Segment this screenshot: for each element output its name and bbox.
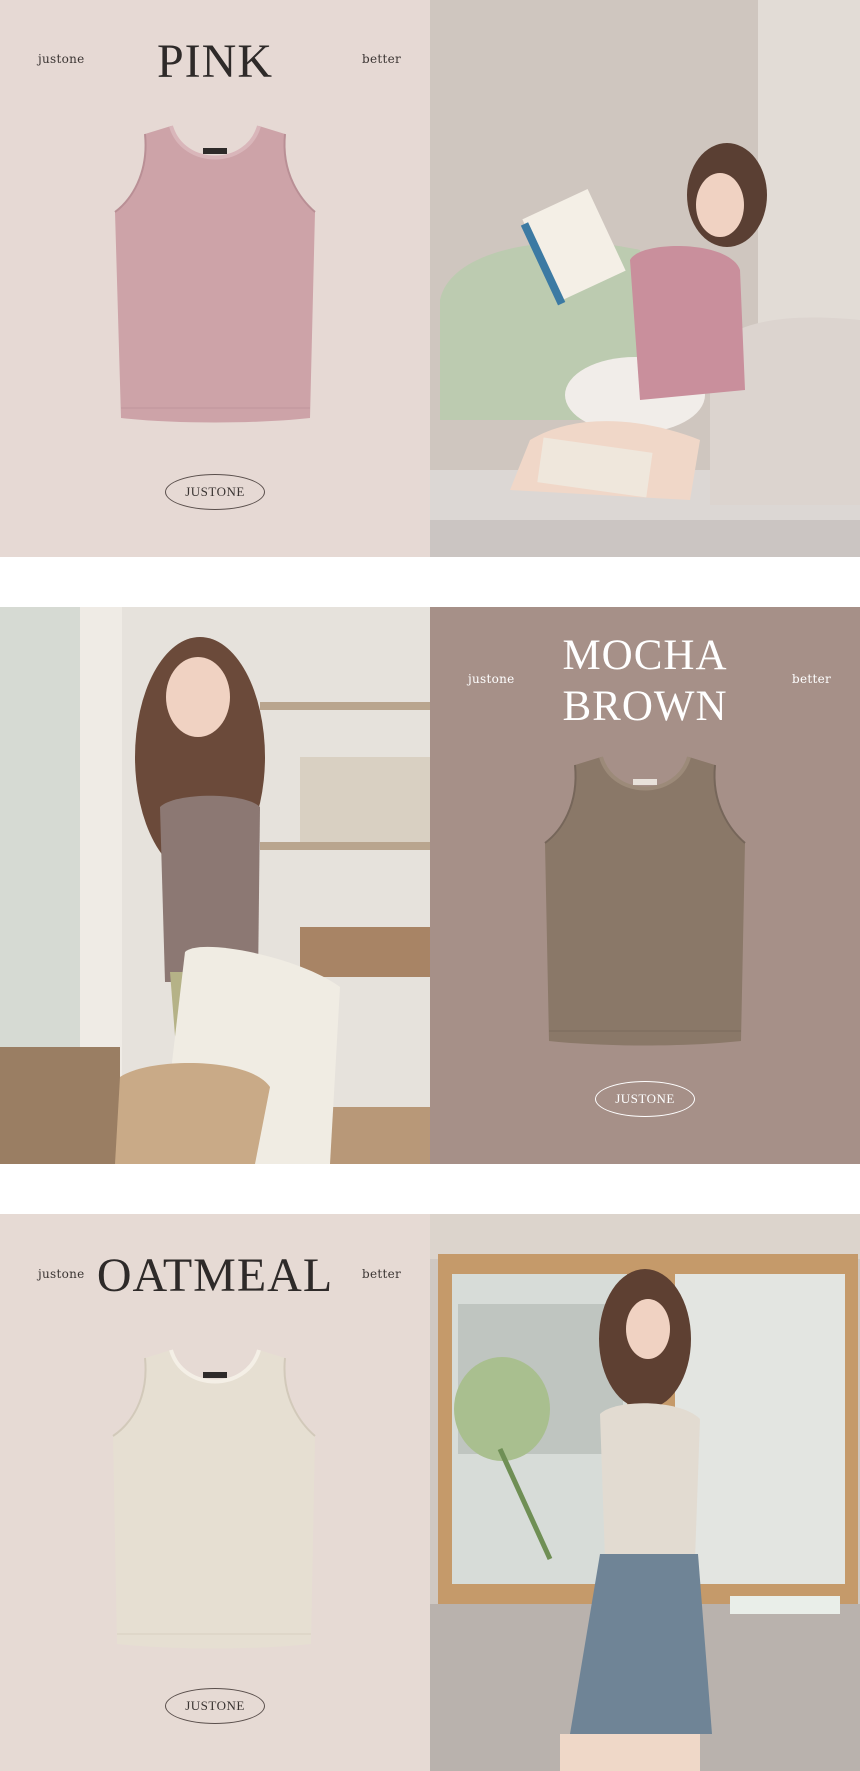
justone-logo-badge: JUSTONE [165, 1688, 265, 1724]
mocha-brown-section: justone MOCHA BROWN better JUSTONE [0, 607, 860, 1164]
tagline-label: better [792, 672, 832, 686]
justone-logo-badge: JUSTONE [595, 1081, 695, 1117]
tagline-label: better [362, 52, 402, 66]
mocha-brown-product-panel: justone MOCHA BROWN better JUSTONE [430, 607, 860, 1164]
pink-tank-top-image [114, 125, 316, 423]
justone-logo-badge: JUSTONE [165, 474, 265, 510]
tagline-label: better [362, 1267, 402, 1281]
oatmeal-section: justone OATMEAL better JUSTONE [0, 1214, 860, 1771]
oatmeal-tank-top-image [112, 1349, 316, 1649]
pink-product-panel: justone PINK better JUSTONE [0, 0, 430, 557]
oatmeal-lifestyle-photo [430, 1214, 860, 1771]
mocha-brown-lifestyle-photo [0, 607, 430, 1164]
pink-section: justone PINK better JUSTONE [0, 0, 860, 557]
oatmeal-product-panel: justone OATMEAL better JUSTONE [0, 1214, 430, 1771]
mocha-brown-tank-top-image [544, 756, 746, 1046]
color-title-line2: BROWN [562, 683, 728, 730]
pink-lifestyle-photo [430, 0, 860, 557]
